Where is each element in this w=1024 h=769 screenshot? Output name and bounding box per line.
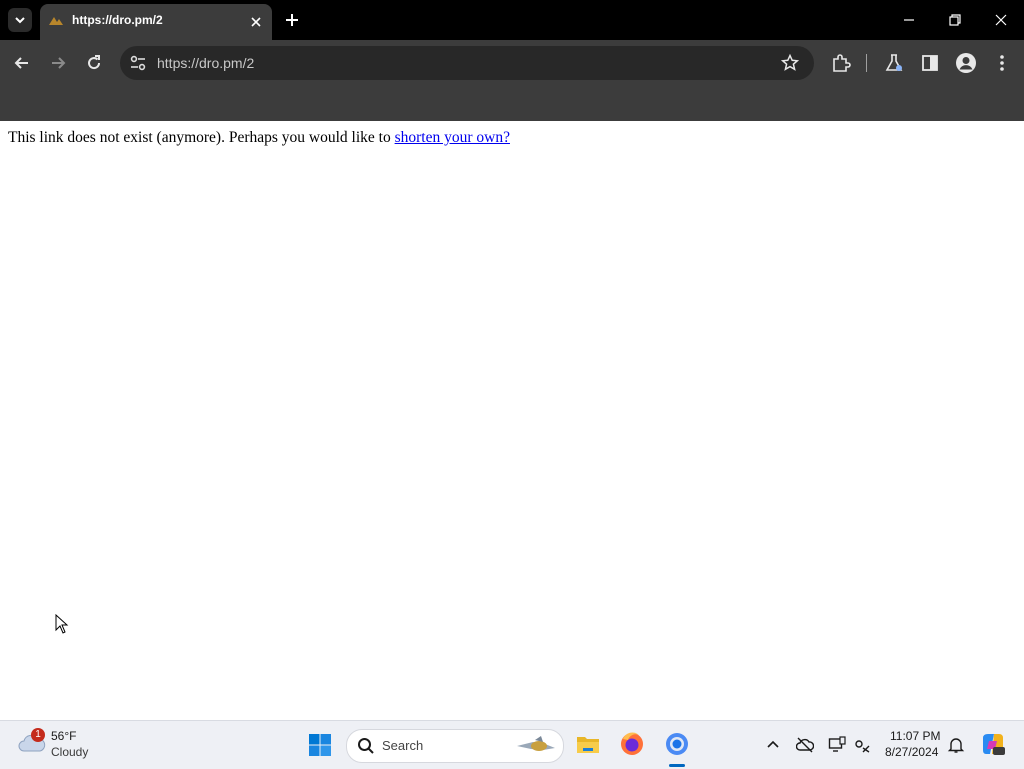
forward-icon[interactable]	[47, 52, 69, 74]
weather-condition: Cloudy	[51, 745, 89, 759]
message-text: This link does not exist (anymore). Perh…	[8, 129, 395, 146]
back-icon[interactable]	[11, 52, 33, 74]
network-settings-icon[interactable]	[853, 736, 871, 754]
show-hidden-icons-chevron-icon[interactable]	[764, 736, 782, 754]
side-panel-icon[interactable]	[919, 52, 941, 74]
firefox-icon[interactable]	[619, 731, 645, 757]
page-favicon-icon	[49, 17, 63, 25]
browser-toolbar: https://dro.pm/2	[0, 40, 1024, 86]
bookmark-star-icon[interactable]	[780, 53, 800, 73]
new-tab-icon[interactable]	[282, 10, 302, 30]
windows-taskbar: 1 56°F Cloudy Search 11:07 PM 8/27/2024	[0, 720, 1024, 769]
shorten-link[interactable]: shorten your own?	[395, 129, 510, 146]
close-window-icon[interactable]	[991, 10, 1011, 30]
active-app-indicator	[669, 764, 685, 767]
clock-date[interactable]: 8/27/2024	[885, 745, 938, 759]
tab-title: https://dro.pm/2	[72, 13, 163, 27]
labs-flask-icon[interactable]	[883, 52, 905, 74]
search-placeholder: Search	[382, 738, 424, 753]
more-menu-icon[interactable]	[991, 52, 1013, 74]
chrome-icon[interactable]	[664, 731, 690, 757]
profile-avatar-icon[interactable]	[955, 52, 977, 74]
restore-icon[interactable]	[945, 10, 965, 30]
chevron-down-icon	[15, 17, 25, 24]
tab-search-button[interactable]	[8, 8, 32, 32]
address-bar[interactable]: https://dro.pm/2	[120, 46, 814, 80]
copilot-icon[interactable]	[980, 731, 1006, 757]
taskbar-search-box[interactable]: Search	[346, 729, 564, 763]
page-content: This link does not exist (anymore). Perh…	[0, 121, 1024, 720]
windows-start-icon[interactable]	[308, 733, 332, 757]
weather-alert-badge: 1	[31, 728, 45, 742]
site-settings-icon[interactable]	[128, 53, 148, 73]
url-text[interactable]: https://dro.pm/2	[157, 55, 254, 71]
search-icon	[358, 738, 374, 754]
reload-icon[interactable]	[83, 52, 105, 74]
weather-temperature: 56°F	[51, 729, 77, 743]
extensions-icon[interactable]	[830, 52, 852, 74]
mouse-cursor-icon	[55, 614, 69, 634]
active-tab[interactable]: https://dro.pm/2	[40, 4, 272, 40]
notification-bell-icon[interactable]	[947, 736, 965, 754]
minimize-icon[interactable]	[899, 10, 919, 30]
search-highlight-image-icon	[517, 736, 555, 751]
display-device-icon[interactable]	[828, 736, 846, 754]
onedrive-offline-icon[interactable]	[796, 736, 814, 754]
close-tab-icon[interactable]	[248, 14, 264, 30]
file-explorer-icon[interactable]	[575, 731, 601, 757]
not-found-message: This link does not exist (anymore). Perh…	[8, 129, 510, 147]
toolbar-divider	[866, 54, 867, 72]
bookmarks-bar	[0, 86, 1024, 121]
tab-strip: https://dro.pm/2	[0, 0, 1024, 40]
clock-time[interactable]: 11:07 PM	[890, 729, 940, 743]
